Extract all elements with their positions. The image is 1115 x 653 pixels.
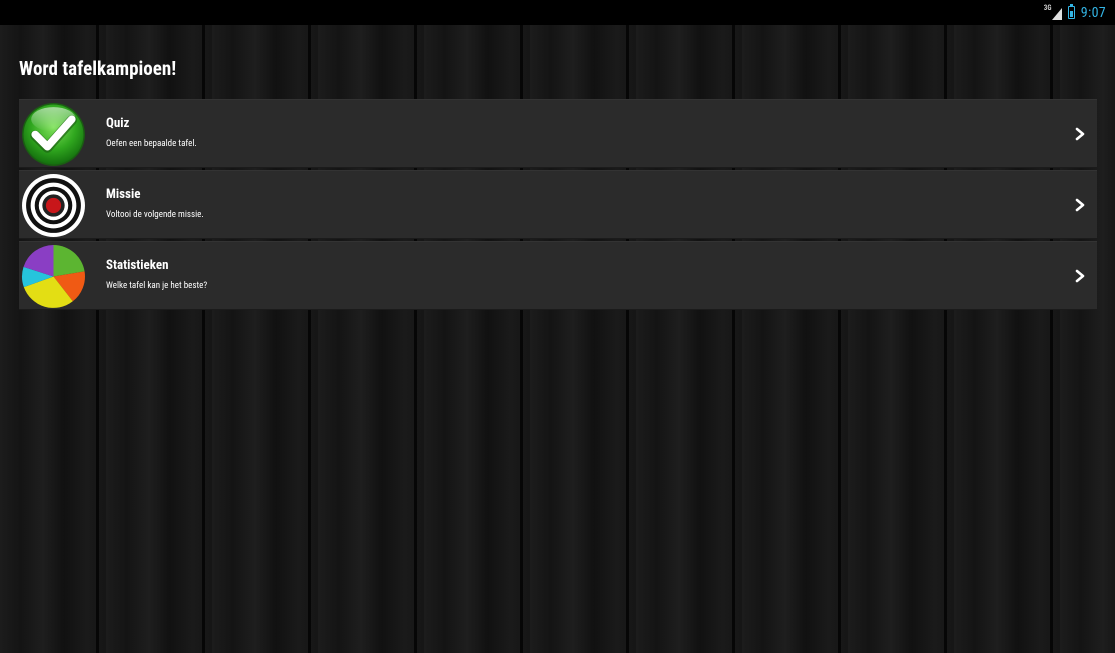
status-bar: 3G 9:07: [0, 0, 1115, 25]
menu-item-subtitle: Voltooi de volgende missie.: [106, 210, 204, 220]
status-icons: 3G 9:07: [1044, 0, 1106, 25]
pie-chart-icon: [22, 245, 85, 308]
page-title: Word tafelkampioen!: [19, 57, 177, 80]
signal-bars-icon: [1051, 7, 1062, 20]
battery-icon: [1067, 4, 1075, 19]
menu-item-title: Missie: [106, 187, 141, 202]
menu-item-quiz[interactable]: Quiz Oefen een bepaalde tafel.: [19, 99, 1097, 168]
chevron-right-icon: [1075, 127, 1085, 141]
menu-item-subtitle: Welke tafel kan je het beste?: [106, 281, 208, 291]
menu-item-title: Statistieken: [106, 258, 169, 273]
menu-item-title: Quiz: [106, 116, 130, 131]
network-type-label: 3G: [1043, 3, 1052, 12]
signal-icon: 3G: [1043, 3, 1062, 21]
green-checkmark-icon: [22, 103, 85, 166]
menu-item-subtitle: Oefen een bepaalde tafel.: [106, 139, 197, 149]
menu-item-missie[interactable]: Missie Voltooi de volgende missie.: [19, 170, 1097, 239]
target-icon: [22, 174, 85, 237]
menu-list: Quiz Oefen een bepaalde tafel. Missie Vo…: [19, 99, 1097, 312]
chevron-right-icon: [1075, 198, 1085, 212]
chevron-right-icon: [1075, 269, 1085, 283]
menu-item-statistieken[interactable]: Statistieken Welke tafel kan je het best…: [19, 241, 1097, 310]
status-clock: 9:07: [1080, 4, 1106, 21]
